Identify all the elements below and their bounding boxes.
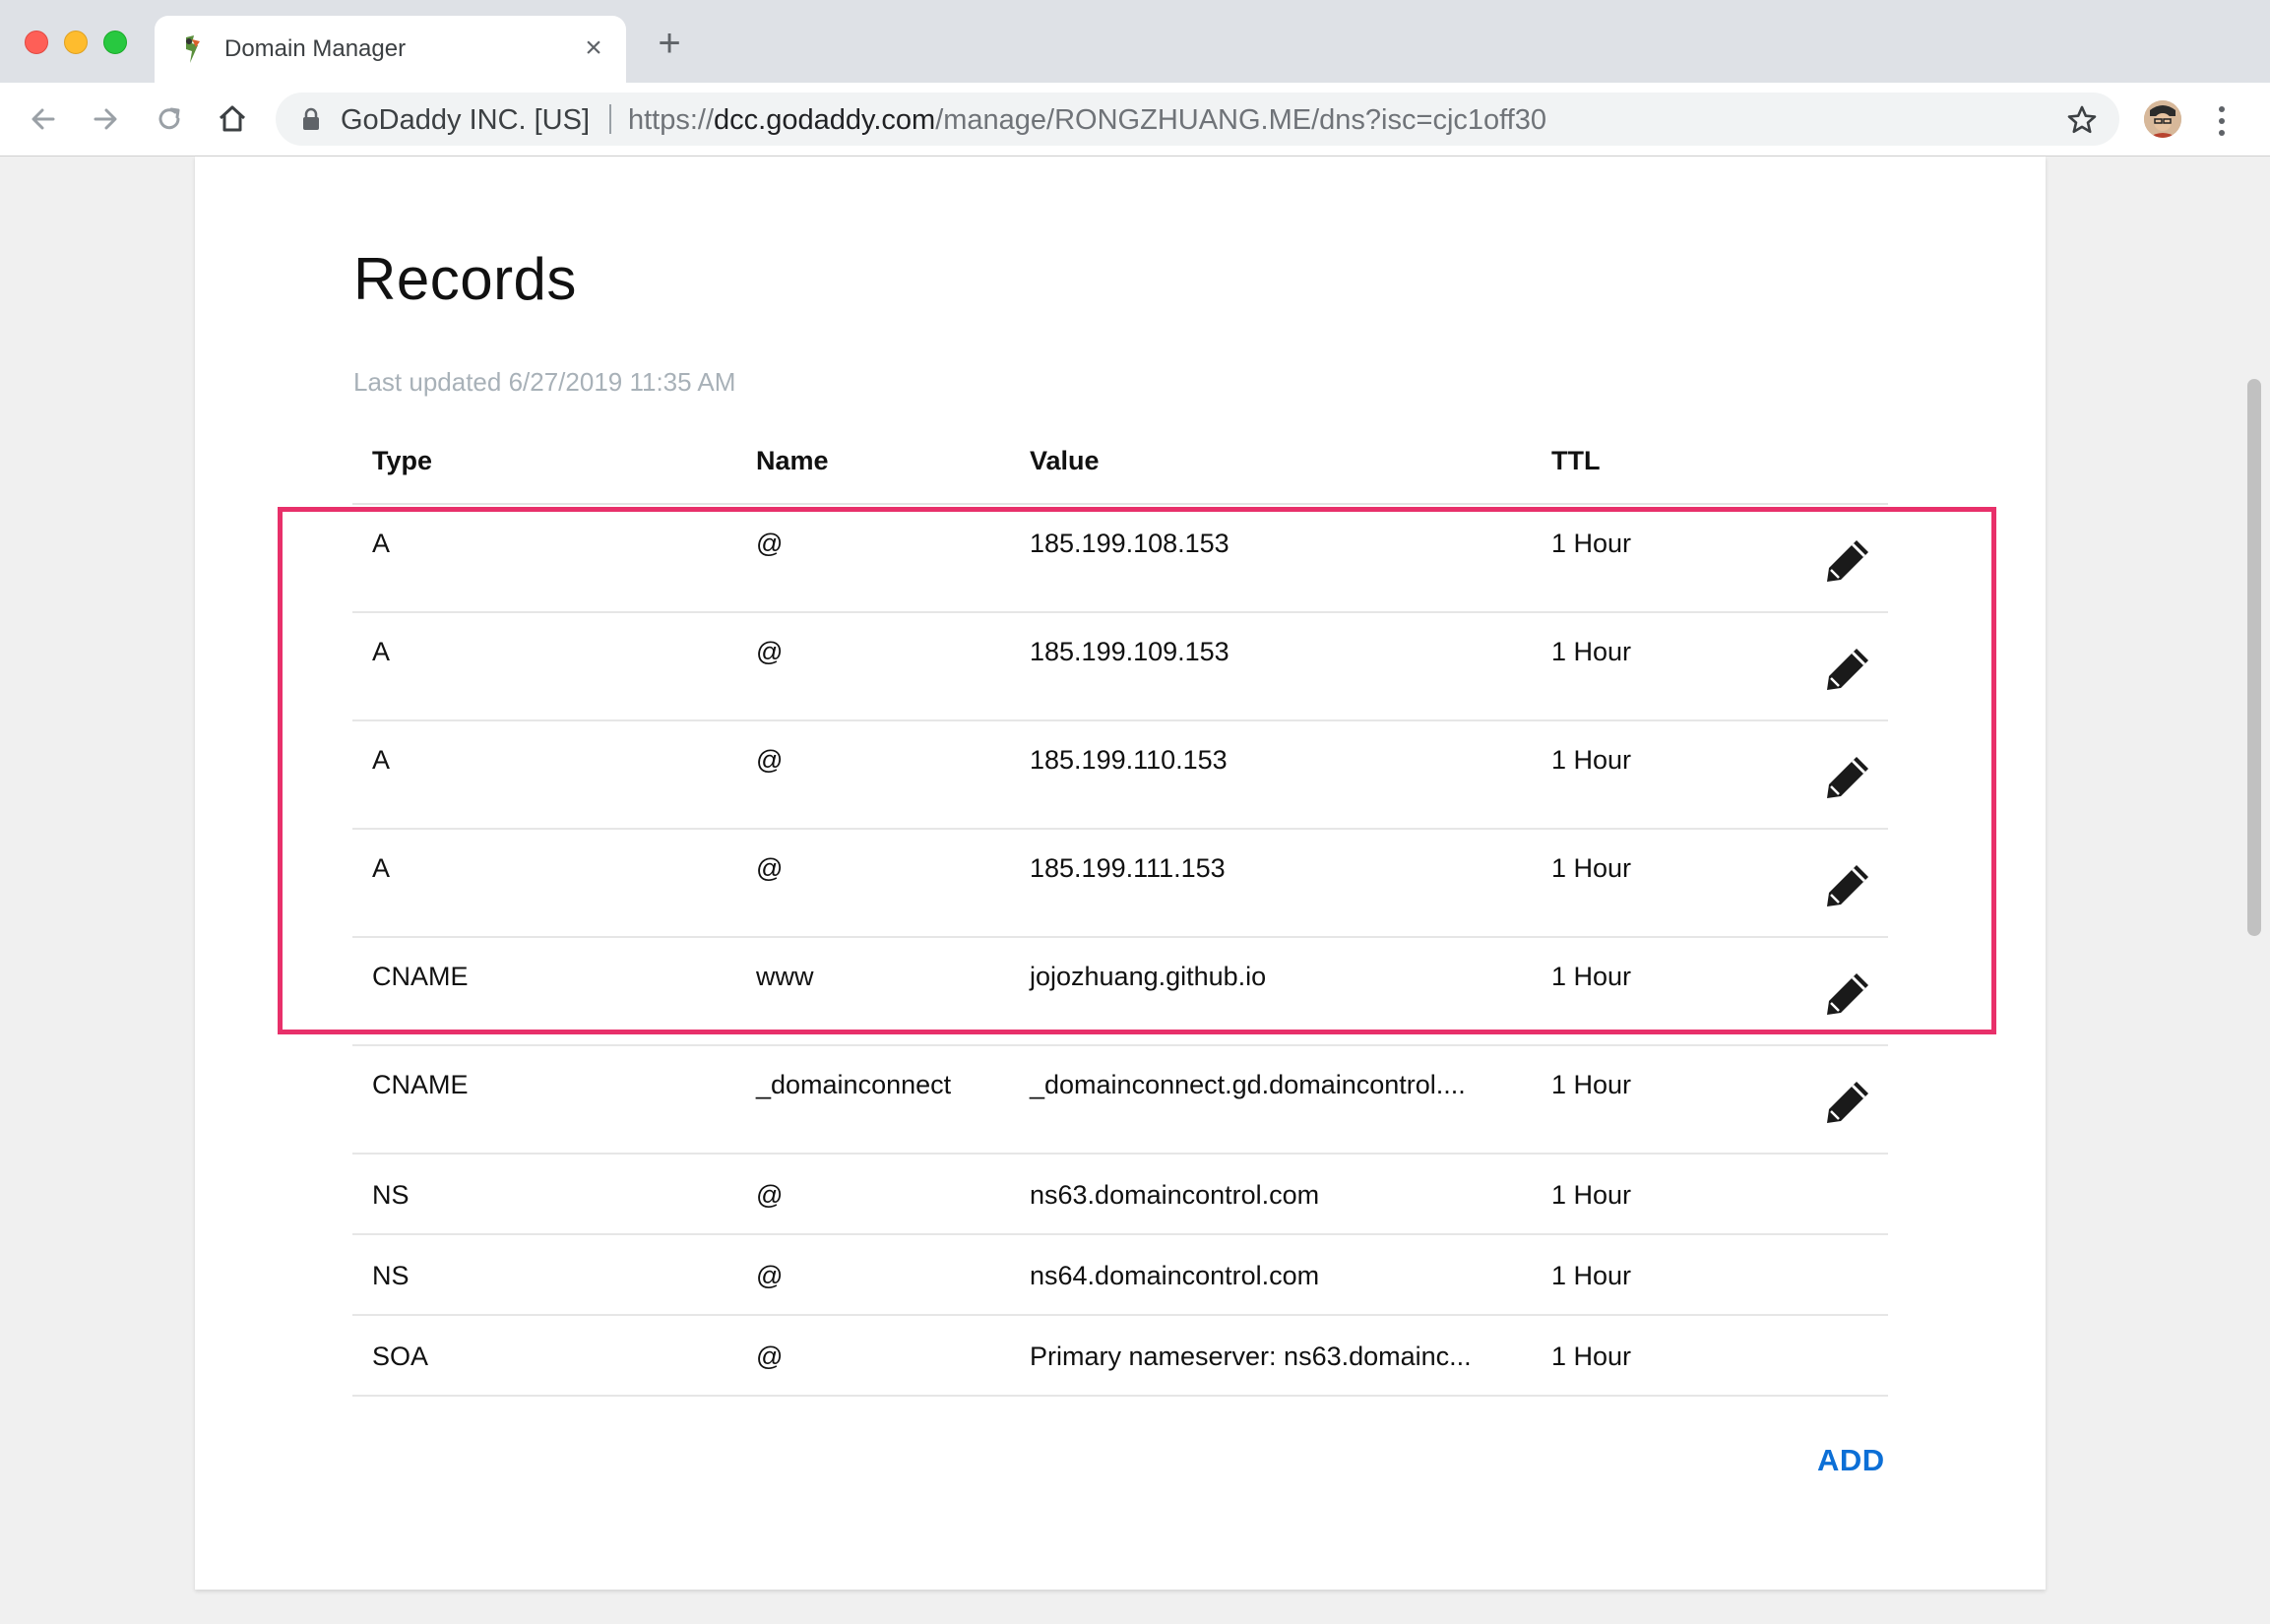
cell-value: Primary nameserver: ns63.domainc... xyxy=(1030,1342,1472,1371)
lock-icon xyxy=(303,107,319,130)
reload-icon[interactable] xyxy=(152,101,187,137)
cell-ttl: 1 Hour xyxy=(1551,962,1632,991)
table-row: A @185.199.108.153 1 Hour xyxy=(352,505,1888,613)
cell-name: @ xyxy=(756,1342,784,1371)
cell-name: www xyxy=(756,962,814,991)
new-tab-button[interactable]: + xyxy=(652,24,687,63)
scrollbar-thumb[interactable] xyxy=(2247,379,2261,936)
url-text[interactable]: https://dcc.godaddy.com/manage/RONGZHUAN… xyxy=(628,104,1546,137)
window-minimize-button[interactable] xyxy=(64,31,88,54)
records-card: Records Last updated 6/27/2019 11:35 AM … xyxy=(195,156,2046,1590)
last-updated-text: Last updated 6/27/2019 11:35 AM xyxy=(353,367,736,397)
table-row: A @185.199.110.153 1 Hour xyxy=(352,721,1888,830)
tab-close-icon[interactable]: × xyxy=(579,33,608,63)
cell-type: A xyxy=(372,529,391,558)
header-name: Name xyxy=(756,446,829,475)
home-icon[interactable] xyxy=(215,101,250,137)
cell-type: NS xyxy=(372,1180,410,1210)
back-arrow-icon[interactable] xyxy=(26,101,61,137)
url-scheme: https:// xyxy=(628,104,715,136)
cell-ttl: 1 Hour xyxy=(1551,745,1632,775)
cell-name: @ xyxy=(756,745,784,775)
cell-ttl: 1 Hour xyxy=(1551,529,1632,558)
table-header: Type Name Value TTL xyxy=(352,422,1888,505)
header-value: Value xyxy=(1030,446,1100,475)
cell-value: 185.199.109.153 xyxy=(1030,637,1230,666)
page-title: Records xyxy=(353,246,577,312)
cell-value: 185.199.111.153 xyxy=(1030,853,1226,883)
cell-ttl: 1 Hour xyxy=(1551,1070,1632,1099)
cell-value: 185.199.108.153 xyxy=(1030,529,1230,558)
cell-name: @ xyxy=(756,1261,784,1290)
cell-ttl: 1 Hour xyxy=(1551,1261,1632,1290)
cell-ttl: 1 Hour xyxy=(1551,1342,1632,1371)
cell-ttl: 1 Hour xyxy=(1551,637,1632,666)
header-ttl: TTL xyxy=(1551,446,1601,475)
browser-tab[interactable]: Domain Manager × xyxy=(155,16,626,83)
site-identity[interactable]: GoDaddy INC. [US] xyxy=(341,104,590,137)
star-icon[interactable] xyxy=(2066,104,2098,136)
address-bar[interactable]: GoDaddy INC. [US] https://dcc.godaddy.co… xyxy=(276,93,2119,146)
pencil-icon[interactable] xyxy=(1821,859,1874,912)
cell-value: ns63.domaincontrol.com xyxy=(1030,1180,1320,1210)
godaddy-favicon-icon xyxy=(186,35,200,63)
url-path: /manage/RONGZHUANG.ME/dns?isc=cjc1off30 xyxy=(935,104,1546,136)
pencil-icon[interactable] xyxy=(1821,534,1874,588)
cell-type: A xyxy=(372,637,391,666)
window-maximize-button[interactable] xyxy=(103,31,127,54)
pencil-icon[interactable] xyxy=(1821,968,1874,1021)
browser-toolbar: GoDaddy INC. [US] https://dcc.godaddy.co… xyxy=(0,83,2270,156)
table-row: NS @ ns64.domaincontrol.com 1 Hour xyxy=(352,1235,1888,1316)
cell-name: _domainconnect xyxy=(756,1070,952,1099)
url-host: dcc.godaddy.com xyxy=(714,104,936,136)
avatar-image xyxy=(2144,100,2181,138)
table-body: A @185.199.108.153 1 Hour A @185.199.109.153… xyxy=(352,505,1888,1397)
cell-type: A xyxy=(372,745,391,775)
cell-type: CNAME xyxy=(372,962,469,991)
cell-value: 185.199.110.153 xyxy=(1030,745,1228,775)
table-row: SOA @ Primary nameserver: ns63.domainc... 1… xyxy=(352,1316,1888,1397)
pencil-icon[interactable] xyxy=(1821,751,1874,804)
header-type: Type xyxy=(372,446,433,475)
pencil-icon[interactable] xyxy=(1821,1076,1874,1129)
cell-ttl: 1 Hour xyxy=(1551,853,1632,883)
cell-ttl: 1 Hour xyxy=(1551,1180,1632,1210)
cell-name: @ xyxy=(756,637,784,666)
cell-type: A xyxy=(372,853,391,883)
add-record-button[interactable]: ADD xyxy=(1817,1443,1885,1478)
window-close-button[interactable] xyxy=(25,31,48,54)
tab-title: Domain Manager xyxy=(224,35,407,62)
cell-name: @ xyxy=(756,1180,784,1210)
address-divider xyxy=(609,104,611,134)
cell-value: _domainconnect.gd.domaincontrol.... xyxy=(1030,1070,1466,1099)
browser-titlebar: Domain Manager × + xyxy=(0,0,2270,83)
cell-value: jojozhuang.github.io xyxy=(1030,962,1267,991)
profile-avatar[interactable] xyxy=(2144,100,2181,138)
cell-type: NS xyxy=(372,1261,410,1290)
cell-type: CNAME xyxy=(372,1070,469,1099)
table-row: A @185.199.111.153 1 Hour xyxy=(352,830,1888,938)
cell-name: @ xyxy=(756,529,784,558)
cell-name: @ xyxy=(756,853,784,883)
forward-arrow-icon[interactable] xyxy=(88,101,123,137)
table-row: NS @ ns63.domaincontrol.com 1 Hour xyxy=(352,1155,1888,1235)
table-row: CNAME _domainconnect _domainconnect.gd.dom… xyxy=(352,1046,1888,1155)
dns-records-table: Type Name Value TTL A @185.199.108.153 1 H… xyxy=(352,422,1888,1397)
cell-value: ns64.domaincontrol.com xyxy=(1030,1261,1320,1290)
kebab-menu-icon[interactable] xyxy=(2215,104,2229,138)
table-row: CNAME www jojozhuang.github.io 1 Hour xyxy=(352,938,1888,1046)
table-row: A @185.199.109.153 1 Hour xyxy=(352,613,1888,721)
pencil-icon[interactable] xyxy=(1821,643,1874,696)
cell-type: SOA xyxy=(372,1342,429,1371)
